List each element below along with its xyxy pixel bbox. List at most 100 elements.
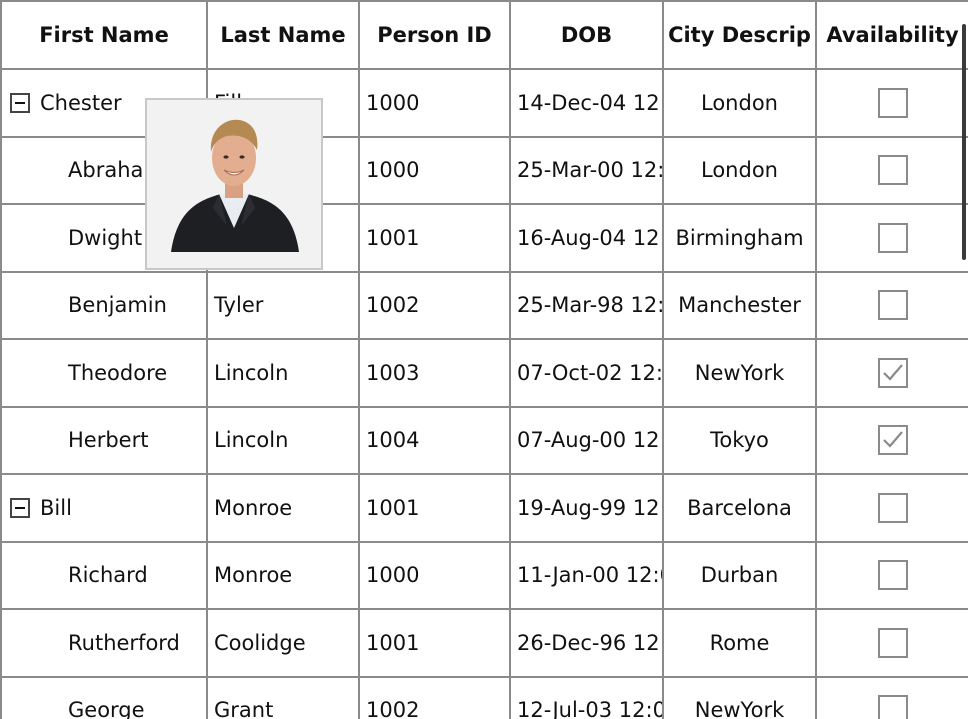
cell-city-link[interactable]: Manchester — [662, 270, 817, 340]
availability-checkbox[interactable] — [877, 222, 908, 253]
cell-city-link[interactable]: Durban — [662, 540, 817, 610]
availability-checkbox[interactable] — [877, 290, 908, 321]
cell-city-link[interactable]: NewYork — [662, 338, 817, 408]
table-row[interactable]: Theodore Lincoln100307-Oct-02 12:00NewYor… — [0, 338, 968, 408]
cell-first-name[interactable]: Rutherford — [0, 608, 208, 678]
cell-last-name[interactable]: Monroe — [206, 540, 360, 610]
cell-last-name[interactable]: Coolidge — [206, 608, 360, 678]
table-row[interactable]: Herbert Lincoln100407-Aug-00 12:00Tokyo — [0, 405, 968, 475]
cell-availability — [815, 675, 968, 719]
cell-person-id[interactable]: 1003 — [358, 338, 511, 408]
cell-city-link[interactable]: London — [662, 68, 817, 138]
cell-availability — [815, 68, 968, 138]
first-name-wrapper: Bill — [8, 476, 200, 540]
cell-dob[interactable]: 19-Aug-99 12:00 — [509, 473, 664, 543]
cell-last-name[interactable]: Monroe — [206, 473, 360, 543]
first-name-wrapper: Herbert — [8, 408, 200, 472]
first-name-text: Dwight — [68, 225, 143, 250]
column-header-first-name[interactable]: First Name — [0, 0, 208, 70]
column-header-person-id[interactable]: Person ID — [358, 0, 511, 70]
column-header-availability[interactable]: Availability — [815, 0, 968, 70]
cell-dob[interactable]: 16-Aug-04 12:00 — [509, 203, 664, 273]
cell-first-name[interactable]: Bill — [0, 473, 208, 543]
cell-person-id[interactable]: 1000 — [358, 540, 511, 610]
availability-checkbox[interactable] — [877, 695, 908, 719]
first-name-wrapper: Rutherford — [8, 611, 200, 675]
table-row[interactable]: George Grant100212-Jul-03 12:00NewYork — [0, 675, 968, 719]
cell-availability — [815, 135, 968, 205]
cell-dob[interactable]: 26-Dec-96 12:00 — [509, 608, 664, 678]
first-name-text: Herbert — [68, 428, 149, 453]
availability-checkbox[interactable] — [877, 155, 908, 186]
column-header-last-name[interactable]: Last Name — [206, 0, 360, 70]
cell-dob[interactable]: 07-Oct-02 12:00 — [509, 338, 664, 408]
cell-first-name[interactable]: Theodore — [0, 338, 208, 408]
availability-checkbox[interactable] — [877, 560, 908, 591]
table-row[interactable]: Richard Monroe100011-Jan-00 12:00Durban — [0, 540, 968, 610]
cell-availability — [815, 405, 968, 475]
header-row: First Name Last Name Person ID DOB City … — [0, 0, 968, 70]
minus-box-icon[interactable] — [10, 497, 30, 518]
cell-person-id[interactable]: 1002 — [358, 675, 511, 719]
tree-grid-container: First Name Last Name Person ID DOB City … — [0, 0, 968, 719]
table-row[interactable]: Benjamin Tyler100225-Mar-98 12:00Manchest… — [0, 270, 968, 340]
first-name-wrapper: George — [8, 678, 200, 719]
cell-city-link[interactable]: NewYork — [662, 675, 817, 719]
person-photo-tooltip — [145, 98, 323, 270]
person-photo — [147, 100, 321, 268]
cell-availability — [815, 608, 968, 678]
cell-availability — [815, 338, 968, 408]
cell-last-name[interactable]: Tyler — [206, 270, 360, 340]
cell-person-id[interactable]: 1000 — [358, 135, 511, 205]
cell-availability — [815, 540, 968, 610]
first-name-text: Theodore — [68, 360, 168, 385]
first-name-text: George — [68, 698, 145, 719]
cell-dob[interactable]: 14-Dec-04 12:00 — [509, 68, 664, 138]
cell-availability — [815, 473, 968, 543]
cell-city-link[interactable]: Tokyo — [662, 405, 817, 475]
cell-dob[interactable]: 12-Jul-03 12:00 — [509, 675, 664, 719]
cell-first-name[interactable]: Benjamin — [0, 270, 208, 340]
first-name-text: Bill — [40, 495, 72, 520]
first-name-text: Chester — [40, 90, 122, 115]
first-name-text: Benjamin — [68, 293, 167, 318]
vertical-scrollbar[interactable] — [962, 24, 966, 260]
cell-last-name[interactable]: Lincoln — [206, 338, 360, 408]
column-header-city[interactable]: City Descrip — [662, 0, 817, 70]
availability-checkbox[interactable] — [877, 87, 908, 118]
cell-last-name[interactable]: Lincoln — [206, 405, 360, 475]
availability-checkbox[interactable] — [877, 492, 908, 523]
checkmark-icon — [882, 431, 903, 448]
cell-person-id[interactable]: 1002 — [358, 270, 511, 340]
cell-city-link[interactable]: London — [662, 135, 817, 205]
first-name-wrapper: Benjamin — [8, 273, 200, 337]
cell-last-name[interactable]: Grant — [206, 675, 360, 719]
cell-person-id[interactable]: 1004 — [358, 405, 511, 475]
first-name-text: Richard — [68, 563, 148, 588]
table-row[interactable]: Rutherford Coolidge100126-Dec-96 12:00Rom… — [0, 608, 968, 678]
checkmark-icon — [882, 364, 903, 381]
cell-first-name[interactable]: Richard — [0, 540, 208, 610]
cell-city-link[interactable]: Birmingham — [662, 203, 817, 273]
availability-checkbox[interactable] — [877, 357, 908, 388]
cell-person-id[interactable]: 1000 — [358, 68, 511, 138]
cell-dob[interactable]: 25-Mar-98 12:00 — [509, 270, 664, 340]
minus-box-icon[interactable] — [10, 92, 30, 113]
cell-dob[interactable]: 11-Jan-00 12:00 — [509, 540, 664, 610]
availability-checkbox[interactable] — [877, 627, 908, 658]
cell-availability — [815, 270, 968, 340]
cell-dob[interactable]: 07-Aug-00 12:00 — [509, 405, 664, 475]
cell-dob[interactable]: 25-Mar-00 12:00 — [509, 135, 664, 205]
availability-checkbox[interactable] — [877, 425, 908, 456]
cell-availability — [815, 203, 968, 273]
cell-city-link[interactable]: Barcelona — [662, 473, 817, 543]
table-row[interactable]: Bill Monroe100119-Aug-99 12:00Barcelona — [0, 473, 968, 543]
cell-city-link[interactable]: Rome — [662, 608, 817, 678]
first-name-wrapper: Theodore — [8, 341, 200, 405]
cell-person-id[interactable]: 1001 — [358, 203, 511, 273]
cell-first-name[interactable]: Herbert — [0, 405, 208, 475]
cell-first-name[interactable]: George — [0, 675, 208, 719]
cell-person-id[interactable]: 1001 — [358, 608, 511, 678]
cell-person-id[interactable]: 1001 — [358, 473, 511, 543]
column-header-dob[interactable]: DOB — [509, 0, 664, 70]
